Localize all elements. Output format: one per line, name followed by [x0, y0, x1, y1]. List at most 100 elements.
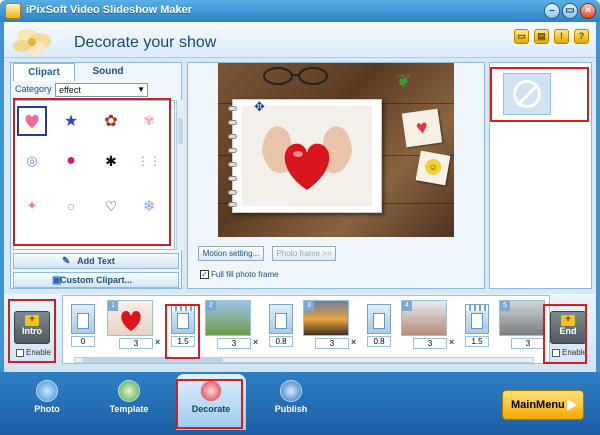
save-icon[interactable]: ▤ [534, 29, 549, 44]
slide-item[interactable]: 3 [303, 300, 349, 336]
intro-enable-checkbox[interactable]: Enable [16, 348, 51, 357]
image-icon: ▣ [52, 275, 62, 286]
transition-item[interactable] [367, 304, 391, 334]
delete-slide-icon[interactable]: × [449, 337, 454, 347]
clipart-scrollbar[interactable] [176, 100, 184, 250]
properties-panel [489, 62, 592, 289]
page-title: Decorate your show [74, 34, 217, 51]
tab-sound[interactable]: Sound [77, 63, 139, 81]
lightbulb-icon[interactable]: ! [554, 29, 569, 44]
nav-template-label: Template [109, 404, 149, 414]
clipart-blue-stars[interactable]: ★ [56, 106, 86, 136]
slide-duration[interactable]: 3 [217, 338, 251, 349]
slide-number: 5 [500, 301, 510, 311]
plus-icon: + [561, 315, 575, 326]
motion-setting-button[interactable]: Motion setting... [198, 246, 264, 261]
photo-frame [228, 99, 382, 213]
category-label: Category [15, 84, 52, 94]
slide-item[interactable]: 2 [205, 300, 251, 336]
no-image-icon [513, 80, 541, 108]
smiley-card: ☺ [415, 150, 451, 186]
delete-slide-icon[interactable]: × [351, 337, 356, 347]
storyboard: + Intro Enable 0 1 3 × 1.5 2 3 × 0.8 3 3… [4, 294, 596, 372]
decorate-icon [200, 380, 222, 402]
clipart-pink-sparkle[interactable]: ✦ [17, 191, 47, 221]
slide-item[interactable]: 4 [401, 300, 447, 336]
nav-photo[interactable]: Photo [12, 374, 82, 430]
flower-logo-icon [13, 29, 51, 55]
minimize-button[interactable]: – [544, 3, 560, 19]
end-button[interactable]: + End [550, 311, 586, 344]
custom-clipart-label: Custom Clipart... [59, 275, 132, 285]
clipart-bubbles[interactable]: ○ [56, 191, 86, 221]
transition-duration[interactable]: 1.5 [465, 336, 489, 347]
transition-item[interactable] [269, 304, 293, 334]
slide-duration[interactable]: 3 [413, 338, 447, 349]
app-icon [5, 3, 21, 19]
clipart-flowers[interactable]: ✾ [134, 106, 164, 136]
app-window: iPixSoft Video Slideshow Maker – ▭ × Dec… [0, 0, 600, 435]
glasses-decoration [263, 67, 328, 85]
plant-decoration: ❦ [396, 71, 412, 91]
timeline: 0 1 3 × 1.5 2 3 × 0.8 3 3 × 0.8 4 3 × 1.… [62, 295, 550, 364]
clipart-panel: Clipart Sound Category effect ▼ ★ ✿ ✾ ◎ … [10, 62, 184, 289]
clipart-pink-heart[interactable] [17, 106, 47, 136]
transition-duration[interactable]: 0.8 [269, 336, 293, 347]
clipart-grid: ★ ✿ ✾ ◎ ● ✱ ⋮⋮ ✦ ○ ♡ ❄ [13, 100, 175, 250]
clipart-pink-drops[interactable]: ⋮⋮ [134, 146, 164, 176]
nav-template[interactable]: Template [94, 374, 164, 430]
restore-button[interactable]: ▭ [562, 3, 578, 19]
bottom-nav: Photo Template Decorate Publish MainMenu [0, 372, 600, 435]
delete-slide-icon[interactable]: × [253, 337, 258, 347]
delete-slide-icon[interactable]: × [155, 337, 160, 347]
nav-publish[interactable]: Publish [256, 374, 326, 430]
transition-duration[interactable]: 0 [71, 336, 95, 347]
intro-button[interactable]: + Intro [14, 311, 50, 344]
photo-icon [36, 380, 58, 402]
template-icon [118, 380, 140, 402]
clipart-rings[interactable]: ◎ [17, 146, 47, 176]
add-text-button[interactable]: ✎ Add Text [13, 253, 179, 269]
empty-thumbnail[interactable] [503, 73, 551, 115]
slide-duration[interactable]: 3 [511, 338, 545, 349]
transition-item[interactable] [171, 304, 195, 334]
heart-card: ♥ [401, 108, 443, 148]
close-button[interactable]: × [580, 3, 596, 19]
clipart-lips[interactable]: ● [56, 146, 86, 176]
window-title: iPixSoft Video Slideshow Maker [26, 4, 193, 16]
full-fill-checkbox[interactable]: ✓ Full fill photo frame [200, 270, 279, 280]
end-enable-checkbox[interactable]: Enable [552, 348, 587, 357]
slide-duration[interactable]: 3 [315, 338, 349, 349]
main-menu-button[interactable]: MainMenu [502, 390, 584, 420]
header: Decorate your show ▭ ▤ ! ? [4, 22, 596, 58]
slide-number: 4 [402, 301, 412, 311]
end-label: End [559, 326, 577, 336]
main-menu-label: MainMenu [511, 399, 565, 411]
plus-icon: + [25, 315, 39, 326]
clipart-black-heart[interactable]: ♡ [96, 191, 126, 221]
end-enable-label: Enable [562, 348, 587, 357]
custom-clipart-button[interactable]: ▣ Custom Clipart... [13, 272, 179, 288]
slide-item[interactable]: 1 [107, 300, 153, 336]
help-icon[interactable]: ? [574, 29, 589, 44]
intro-enable-label: Enable [26, 348, 51, 357]
category-select[interactable]: effect ▼ [55, 83, 148, 97]
transition-duration[interactable]: 0.8 [367, 336, 391, 347]
slide-number: 1 [108, 301, 118, 311]
photo-frame-button[interactable]: Photo frame >> [272, 246, 336, 261]
heart-hands-image [262, 126, 352, 190]
nav-decorate-label: Decorate [191, 404, 231, 414]
folder-icon[interactable]: ▭ [514, 29, 529, 44]
transition-duration[interactable]: 1.5 [171, 336, 195, 347]
publish-icon [280, 380, 302, 402]
slide-duration[interactable]: 3 [119, 338, 153, 349]
transition-item[interactable] [465, 304, 489, 334]
clipart-ant[interactable]: ✱ [96, 146, 126, 176]
timeline-scrollbar[interactable] [74, 357, 534, 363]
transition-item[interactable] [71, 304, 95, 334]
clipart-snowflake[interactable]: ❄ [134, 191, 164, 221]
slide-item[interactable]: 5 [499, 300, 545, 336]
clipart-butterfly[interactable]: ✿ [96, 106, 126, 136]
tab-clipart[interactable]: Clipart [13, 63, 75, 81]
nav-decorate[interactable]: Decorate [176, 374, 246, 430]
